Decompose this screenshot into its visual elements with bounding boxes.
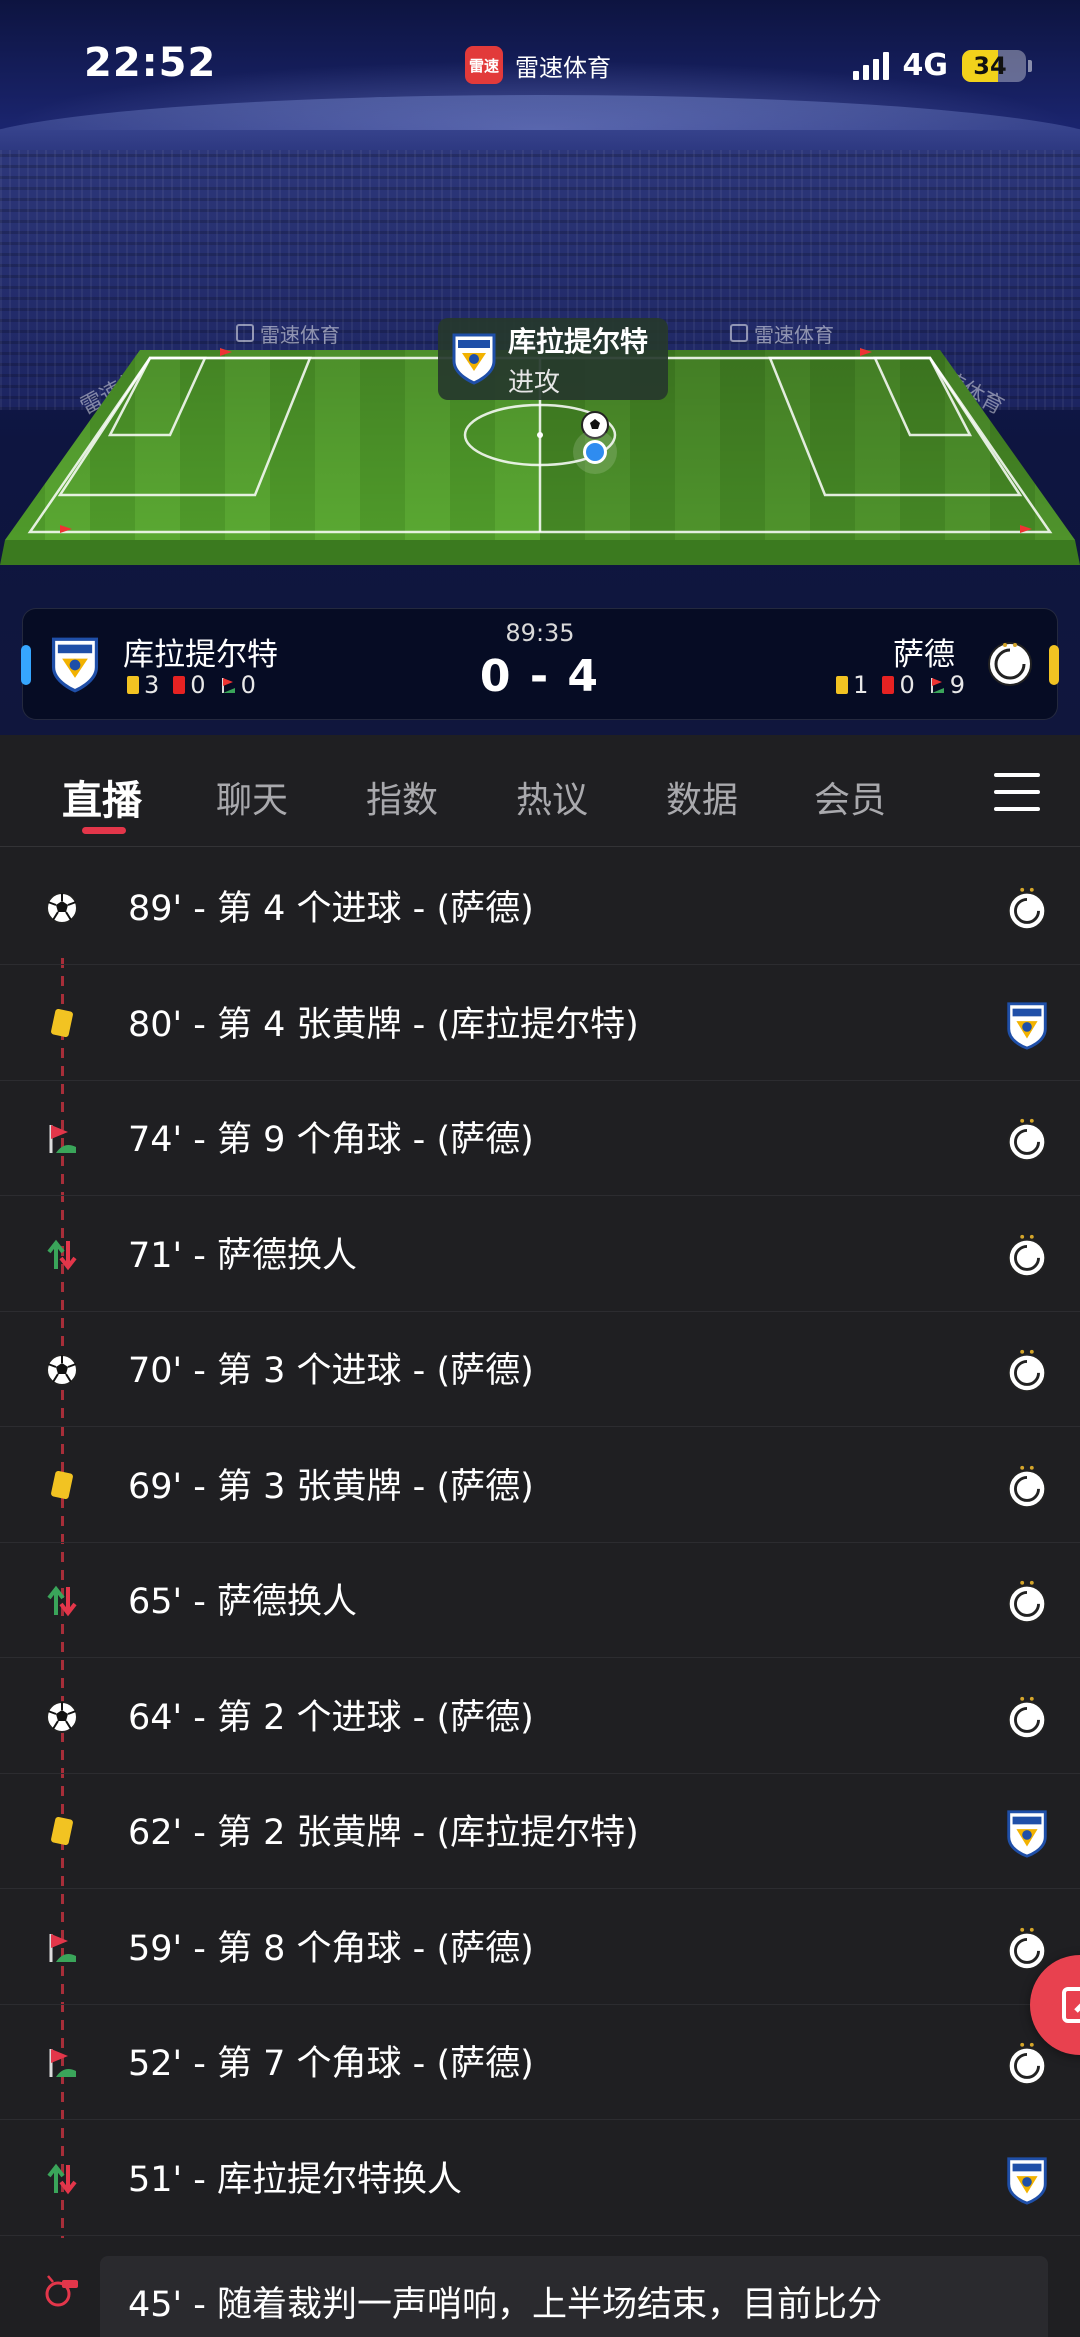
attack-team-name: 库拉提尔特 xyxy=(508,324,649,358)
event-text: 64' - 第 2 个进球 - (萨德) xyxy=(128,1697,534,1738)
substitution-icon xyxy=(47,2163,77,2194)
edit-icon xyxy=(1062,1987,1080,2023)
attack-indicator: 库拉提尔特 进攻 xyxy=(438,318,668,400)
event-row-halftime[interactable]: 45' - 随着裁判一声哨响，上半场结束，目前比分 xyxy=(0,2256,1080,2337)
substitution-icon xyxy=(47,1585,77,1617)
yellow-card-icon xyxy=(51,1470,73,1499)
status-indicators: 4G 34 xyxy=(852,48,1032,83)
app-brand: 雷速 雷速体育 xyxy=(465,46,611,84)
event-text: 69' - 第 3 张黄牌 - (萨德) xyxy=(128,1466,534,1507)
event-row[interactable]: 69' - 第 3 张黄牌 - (萨德) xyxy=(0,1428,1080,1543)
away-red-count: 0 xyxy=(899,671,915,699)
event-text: 89' - 第 4 个进球 - (萨德) xyxy=(128,889,534,929)
tab-live[interactable]: 直播 xyxy=(62,768,142,826)
away-team-crest-icon xyxy=(1007,1465,1047,1508)
match-hero: 雷速体育 雷速体育 雷速体育 雷速体育 xyxy=(0,0,1080,735)
home-team-crest-icon xyxy=(1007,1810,1047,1858)
app-logo-icon: 雷速 xyxy=(465,46,503,84)
tab-data[interactable]: 数据 xyxy=(666,771,738,823)
corner-icon xyxy=(49,1125,76,1153)
away-team-crest-icon xyxy=(1007,2042,1047,2086)
event-row[interactable]: 70' - 第 3 个进球 - (萨德) xyxy=(0,1312,1080,1427)
whistle-icon xyxy=(45,2275,78,2307)
home-team-crest-icon xyxy=(1007,1001,1047,1050)
event-row[interactable]: 74' - 第 9 个角球 - (萨德) xyxy=(0,1081,1080,1196)
home-team-crest-icon xyxy=(1007,2156,1047,2205)
event-row[interactable]: 59' - 第 8 个角球 - (萨德) xyxy=(0,1890,1080,2005)
network-type: 4G xyxy=(902,48,949,83)
corner-icon xyxy=(49,1933,76,1962)
away-team-crest-icon xyxy=(1007,1349,1047,1393)
away-team-stats: 1 0 9 xyxy=(836,671,965,699)
event-text: 59' - 第 8 个角球 - (萨德) xyxy=(128,1928,534,1969)
away-team-name: 萨德 xyxy=(893,637,955,673)
event-text: 65' - 萨德换人 xyxy=(128,1582,358,1622)
status-time: 22:52 xyxy=(84,40,217,86)
away-team-crest-icon xyxy=(1007,1234,1047,1277)
event-text: 80' - 第 4 张黄牌 - (库拉提尔特) xyxy=(128,1004,639,1045)
live-events-list: 89' - 第 4 个进球 - (萨德) 80' - 第 4 张黄牌 - (库拉提… xyxy=(0,848,1080,2337)
away-team-crest-icon xyxy=(1007,887,1047,931)
event-row[interactable]: 80' - 第 4 张黄牌 - (库拉提尔特) xyxy=(0,966,1080,1081)
event-row[interactable]: 64' - 第 2 个进球 - (萨德) xyxy=(0,1659,1080,1774)
battery-level: 34 xyxy=(973,51,1007,80)
status-bar: 22:52 雷速 雷速体育 4G 34 xyxy=(0,0,1080,135)
yellow-card-icon xyxy=(51,1008,73,1037)
event-row[interactable]: 65' - 萨德换人 xyxy=(0,1543,1080,1658)
goal-icon xyxy=(46,892,78,924)
signal-icon xyxy=(852,51,889,80)
away-yellow-count: 1 xyxy=(853,671,869,699)
event-text: 74' - 第 9 个角球 - (萨德) xyxy=(128,1120,534,1160)
yellow-card-icon xyxy=(836,676,849,694)
away-color-bar xyxy=(1049,645,1059,685)
app-name: 雷速体育 xyxy=(515,53,611,82)
away-corner-count: 9 xyxy=(949,671,965,699)
tab-membership[interactable]: 会员 xyxy=(814,771,886,823)
home-team-crest-icon xyxy=(452,333,496,385)
event-row[interactable]: 52' - 第 7 个角球 - (萨德) xyxy=(0,2005,1080,2120)
tab-discussion[interactable]: 热议 xyxy=(516,771,588,823)
attack-action-label: 进攻 xyxy=(508,367,561,398)
red-card-icon xyxy=(882,676,895,694)
menu-icon[interactable] xyxy=(994,773,1040,811)
event-text: 52' - 第 7 个角球 - (萨德) xyxy=(128,2044,534,2084)
ball-icon xyxy=(581,411,609,439)
away-team-crest-icon xyxy=(1007,1927,1047,1970)
match-tabs: 直播 聊天 指数 热议 数据 会员 xyxy=(0,735,1080,847)
away-team-crest-icon xyxy=(1007,1696,1047,1739)
tab-odds[interactable]: 指数 xyxy=(366,771,438,823)
event-text: 51' - 库拉提尔特换人 xyxy=(128,2159,463,2200)
corner-flag-icon xyxy=(930,678,944,693)
scoreboard: 库拉提尔特 3 0 0 89:35 0 - 4 萨德 1 0 9 xyxy=(21,608,1059,720)
away-team-crest-icon xyxy=(988,642,1032,686)
event-text: 45' - 随着裁判一声哨响，上半场结束，目前比分 xyxy=(128,2285,883,2325)
active-tab-indicator xyxy=(82,827,126,834)
ball-position-marker xyxy=(583,440,607,464)
event-text: 70' - 第 3 个进球 - (萨德) xyxy=(128,1351,534,1391)
goal-icon xyxy=(46,1354,78,1386)
battery-icon: 34 xyxy=(962,49,1032,82)
away-team-crest-icon xyxy=(1007,1118,1047,1162)
away-team-crest-icon xyxy=(1007,1580,1047,1624)
corner-icon xyxy=(49,2049,76,2077)
event-row[interactable]: 62' - 第 2 张黄牌 - (库拉提尔特) xyxy=(0,1774,1080,1889)
tab-chat[interactable]: 聊天 xyxy=(216,771,288,823)
event-row[interactable]: 89' - 第 4 个进球 - (萨德) xyxy=(0,850,1080,965)
event-row[interactable]: 51' - 库拉提尔特换人 xyxy=(0,2121,1080,2236)
yellow-card-icon xyxy=(51,1816,73,1846)
goal-icon xyxy=(46,1700,78,1733)
substitution-icon xyxy=(47,1239,77,1270)
event-text: 62' - 第 2 张黄牌 - (库拉提尔特) xyxy=(128,1813,639,1853)
event-row[interactable]: 71' - 萨德换人 xyxy=(0,1197,1080,1312)
event-text: 71' - 萨德换人 xyxy=(128,1235,358,1276)
